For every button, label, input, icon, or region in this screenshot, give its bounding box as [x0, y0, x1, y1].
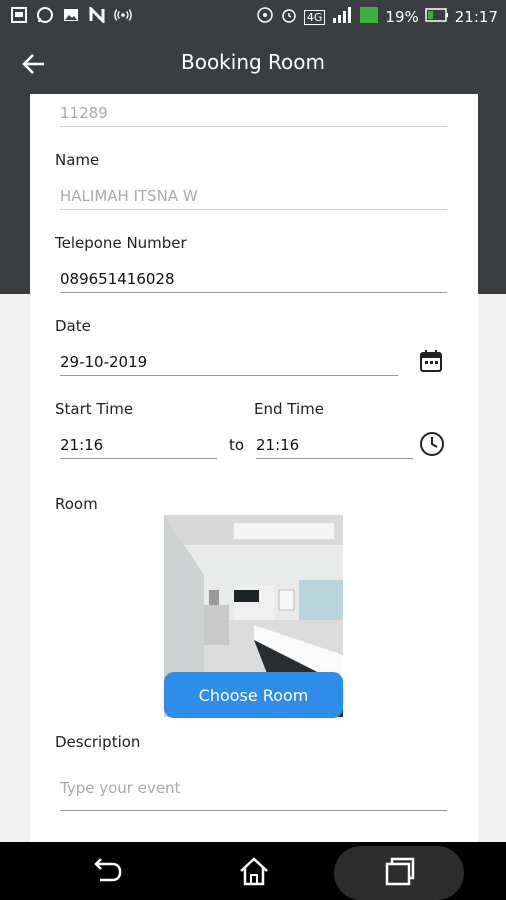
system-status: 4G 19% 21:17 [256, 6, 498, 28]
broadcast-icon [114, 6, 132, 24]
end-time-input[interactable]: 21:16 [256, 436, 299, 454]
start-time-underline [60, 458, 217, 459]
date-label: Date [55, 317, 91, 335]
gallery-icon [10, 6, 28, 24]
clock-icon[interactable] [419, 431, 445, 457]
room-label: Room [55, 495, 98, 513]
end-time-label: End Time [254, 400, 324, 418]
description-underline [60, 810, 447, 811]
n-icon [88, 6, 106, 24]
choose-room-button[interactable]: Choose Room [164, 672, 343, 718]
name-underline [60, 209, 447, 210]
image-icon [62, 6, 80, 24]
start-time-label: Start Time [55, 400, 134, 418]
battery-percent: 19% [385, 8, 419, 26]
signal-green-icon [359, 6, 379, 28]
name-field: HALIMAH ITSNA W [60, 187, 198, 205]
clock-time: 21:17 [454, 8, 498, 26]
alarm-icon [280, 6, 298, 28]
name-label: Name [55, 151, 100, 169]
recents-nav-icon[interactable] [383, 856, 417, 886]
app-bar: Booking Room [0, 32, 506, 94]
id-field: 11289 [60, 104, 108, 122]
navigation-bar [0, 842, 506, 900]
phone-label: Telepone Number [55, 234, 187, 252]
notification-icons [10, 6, 132, 24]
status-bar: 4G 19% 21:17 [0, 0, 506, 32]
description-input[interactable]: Type your event [60, 779, 180, 797]
description-label: Description [55, 733, 141, 751]
signal-icon [331, 6, 353, 28]
phone-input[interactable]: 089651416028 [60, 270, 175, 288]
end-time-underline [256, 458, 413, 459]
hotspot-icon [256, 6, 274, 28]
id-underline [60, 126, 447, 127]
start-time-input[interactable]: 21:16 [60, 436, 103, 454]
home-nav-icon[interactable] [237, 856, 271, 886]
date-underline [60, 375, 398, 376]
4g-icon: 4G [303, 9, 326, 25]
battery-icon [425, 7, 449, 27]
whatsapp-icon [36, 6, 54, 24]
to-label: to [229, 436, 245, 454]
back-nav-icon[interactable] [90, 856, 124, 886]
phone-underline [60, 292, 447, 293]
calendar-icon[interactable] [419, 349, 445, 375]
date-input[interactable]: 29-10-2019 [60, 353, 147, 371]
page-title: Booking Room [180, 50, 325, 74]
